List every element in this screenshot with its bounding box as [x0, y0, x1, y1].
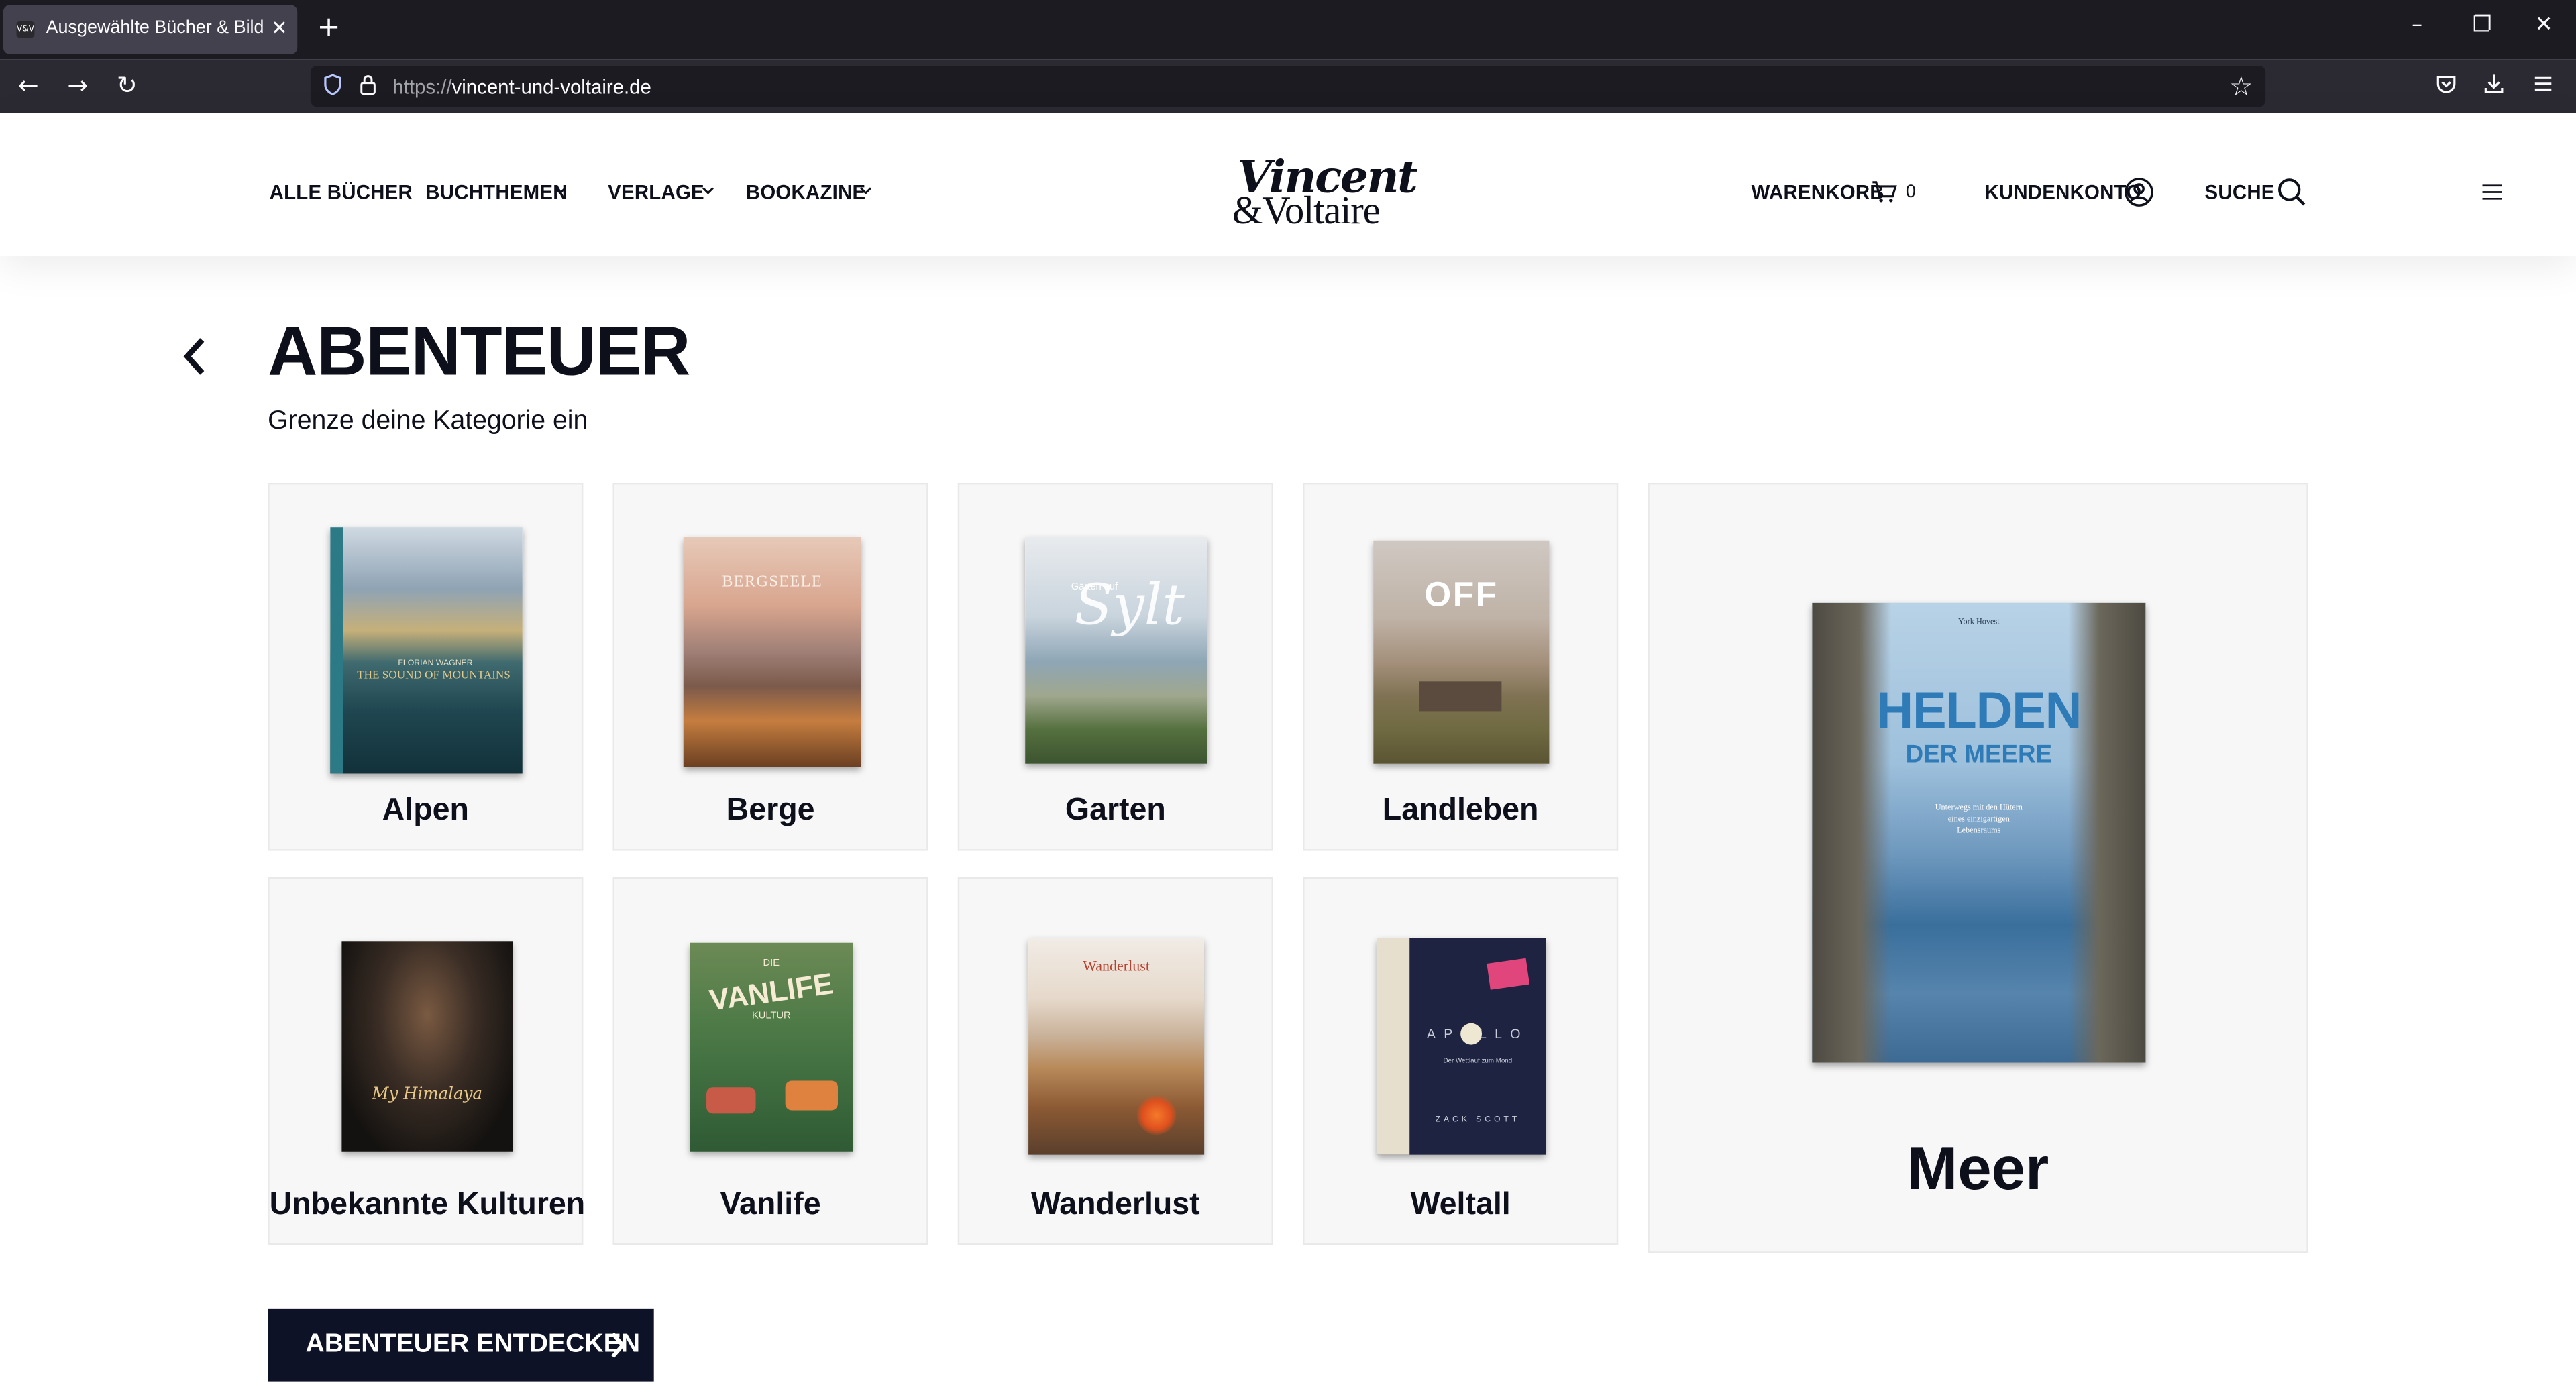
category-card-wanderlust[interactable]: Wanderlust Wanderlust: [957, 877, 1273, 1245]
pocket-icon[interactable]: [2434, 72, 2457, 95]
favicon-icon: V&V: [16, 21, 35, 38]
category-card-berge[interactable]: BERGSEELE Berge: [612, 483, 928, 851]
category-label: Alpen: [382, 793, 469, 828]
book-cover: APOLLO Der Wettlauf zum Mond ZACK SCOTT: [1377, 938, 1546, 1155]
chevron-down-icon[interactable]: [553, 186, 567, 196]
app-menu-icon[interactable]: [2532, 72, 2555, 95]
category-label: Landleben: [1382, 793, 1539, 828]
search-icon[interactable]: [2277, 177, 2306, 207]
category-card-alpen[interactable]: FLORIAN WAGNER THE SOUND OF MOUNTAINS Al…: [268, 483, 584, 851]
address-bar[interactable]: https://vincent-und-voltaire.de ☆: [310, 65, 2266, 107]
lock-icon[interactable]: [360, 74, 376, 95]
featured-category-label: Meer: [1907, 1135, 2049, 1202]
window-close-icon[interactable]: ✕: [2535, 13, 2553, 38]
nav-bookazine[interactable]: BOOKAZINE: [746, 180, 866, 203]
book-cover: OFF: [1373, 540, 1550, 764]
tab-title: Ausgewählte Bücher & Bildbände: [46, 17, 263, 38]
page-subtitle: Grenze deine Kategorie ein: [268, 407, 588, 435]
account-icon[interactable]: [2125, 177, 2154, 207]
browser-tab-bar: V&V Ausgewählte Bücher & Bildbände ✕ + –…: [0, 0, 2576, 60]
category-label: Wanderlust: [1031, 1187, 1200, 1223]
category-label: Garten: [1065, 793, 1166, 828]
book-cover: My Himalaya: [341, 941, 513, 1152]
discover-adventure-button[interactable]: ABENTEUER ENTDECKEN: [268, 1308, 654, 1382]
download-icon[interactable]: [2482, 72, 2505, 95]
nav-publishers[interactable]: VERLAGE: [608, 180, 704, 203]
reload-icon[interactable]: ↻: [117, 70, 138, 100]
book-cover: York Hovest HELDEN DER MEERE Unterwegs m…: [1812, 602, 2146, 1063]
book-cover: DIE VANLIFE KULTUR: [690, 942, 853, 1152]
restore-icon[interactable]: ❐: [2473, 13, 2492, 38]
cart-count: 0: [1905, 182, 1916, 203]
back-icon[interactable]: ←: [18, 70, 39, 100]
category-label: Berge: [726, 793, 815, 828]
site-logo[interactable]: Vincent &Voltaire: [1224, 153, 1418, 235]
book-cover: BERGSEELE: [683, 537, 861, 767]
hamburger-menu-icon[interactable]: [2482, 184, 2502, 200]
category-label: Unbekannte Kulturen: [269, 1187, 586, 1223]
category-card-vanlife[interactable]: DIE VANLIFE KULTUR Vanlife: [612, 877, 928, 1245]
tracking-shield-icon[interactable]: [323, 74, 341, 95]
bookmark-star-icon[interactable]: ☆: [2229, 70, 2253, 102]
new-tab-icon[interactable]: +: [317, 11, 341, 44]
book-cover: Wanderlust: [1028, 938, 1205, 1155]
cart-link[interactable]: WARENKORB: [1752, 180, 1884, 203]
minimize-icon[interactable]: –: [2412, 13, 2422, 38]
book-cover: FLORIAN WAGNER THE SOUND OF MOUNTAINS: [330, 527, 523, 774]
category-card-unbekannte-kulturen[interactable]: My Himalaya Unbekannte Kulturen: [268, 877, 586, 1245]
category-label: Vanlife: [720, 1187, 821, 1223]
category-card-landleben[interactable]: OFF Landleben: [1303, 483, 1619, 851]
forward-icon[interactable]: →: [67, 70, 88, 100]
page-title: ABENTEUER: [268, 312, 690, 390]
browser-tab[interactable]: V&V Ausgewählte Bücher & Bildbände ✕: [3, 5, 298, 54]
book-cover: Gärten auf Sylt: [1025, 537, 1208, 764]
cta-label: ABENTEUER ENTDECKEN: [305, 1330, 641, 1359]
nav-all-books[interactable]: ALLE BÜCHER: [270, 180, 413, 203]
cart-icon[interactable]: [1871, 180, 1897, 203]
chevron-down-icon[interactable]: [702, 186, 715, 196]
tab-close-icon[interactable]: ✕: [271, 16, 288, 39]
category-card-meer[interactable]: York Hovest HELDEN DER MEERE Unterwegs m…: [1648, 483, 2308, 1253]
chevron-right-icon: [611, 1332, 626, 1358]
url-text: https://vincent-und-voltaire.de: [392, 75, 651, 99]
account-link[interactable]: KUNDENKONTO: [1984, 180, 2141, 203]
chevron-down-icon[interactable]: [859, 186, 873, 196]
category-card-weltall[interactable]: APOLLO Der Wettlauf zum Mond ZACK SCOTT …: [1303, 877, 1619, 1245]
back-arrow-icon[interactable]: [180, 335, 210, 378]
search-link[interactable]: SUCHE: [2205, 180, 2275, 203]
site-header: ALLE BÜCHER BUCHTHEMEN VERLAGE BOOKAZINE…: [0, 113, 2576, 257]
nav-topics[interactable]: BUCHTHEMEN: [425, 180, 567, 203]
category-label: Weltall: [1410, 1187, 1511, 1223]
category-card-garten[interactable]: Gärten auf Sylt Garten: [957, 483, 1273, 851]
